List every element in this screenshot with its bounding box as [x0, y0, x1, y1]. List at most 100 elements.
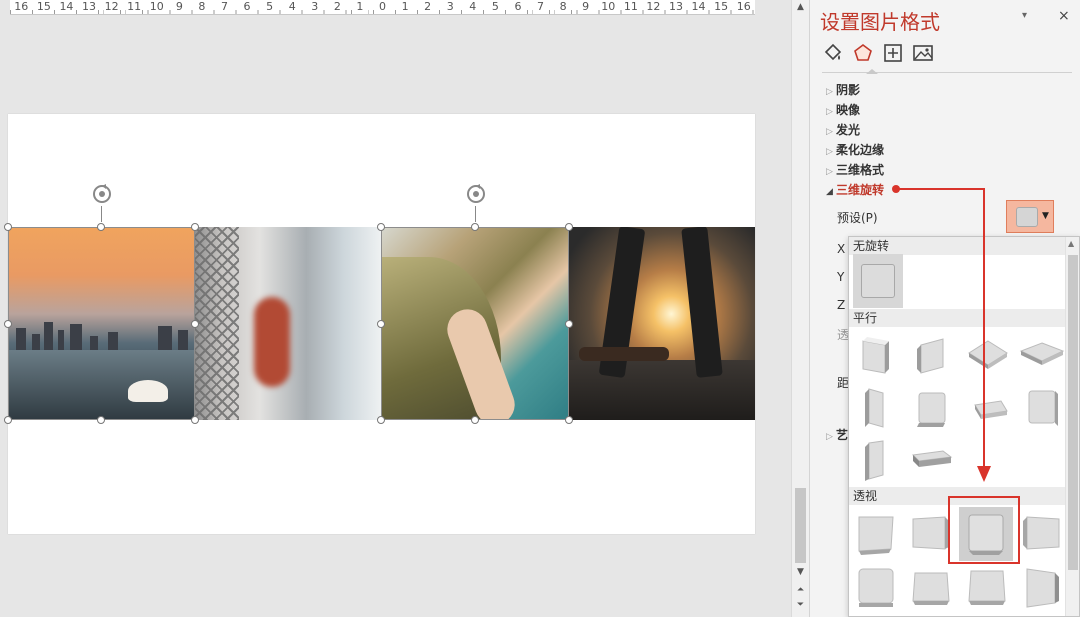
- ruler-label: 4: [464, 0, 481, 14]
- scroll-up-icon[interactable]: ▲: [794, 1, 807, 14]
- preset-perspective[interactable]: [905, 561, 959, 615]
- preset-perspective[interactable]: [1015, 561, 1069, 615]
- photo-fence-buoy[interactable]: [194, 227, 381, 420]
- ruler-label: 1: [351, 0, 368, 14]
- ruler-label: 10: [600, 0, 617, 14]
- preset-parallel[interactable]: [1015, 329, 1069, 383]
- horizontal-ruler: 16 15 14 13 12 11 10 9 8 7 6 5 4 3 2 1 0 1 2 3 4 5 6 7 8 9 10 11 12 1…: [10, 0, 755, 15]
- ruler-label: 5: [261, 0, 278, 14]
- gallery-scrollbar-thumb[interactable]: [1068, 255, 1078, 570]
- section-3d-format[interactable]: ▷ 三维格式: [826, 161, 884, 178]
- scroll-down-icon[interactable]: ▼: [794, 566, 807, 579]
- preset-parallel[interactable]: [961, 329, 1015, 383]
- photo-skyline: [8, 320, 194, 350]
- resize-handle[interactable]: [191, 223, 199, 231]
- chevron-down-icon: ▼: [1042, 211, 1049, 221]
- preset-perspective[interactable]: [849, 561, 903, 615]
- section-soft-edges[interactable]: ▷ 柔化边缘: [826, 141, 884, 158]
- gallery-group-parallel: 平行: [849, 309, 1065, 327]
- tab-divider: [822, 72, 1072, 73]
- rotate-handle-icon[interactable]: [465, 183, 487, 205]
- photo-skateboard-sunset[interactable]: [569, 227, 755, 420]
- slide-canvas[interactable]: [4, 114, 755, 534]
- resize-handle[interactable]: [471, 416, 479, 424]
- preset-perspective[interactable]: [849, 507, 903, 561]
- pane-options-icon[interactable]: ▾: [1022, 10, 1027, 21]
- resize-handle[interactable]: [377, 223, 385, 231]
- ruler-label: 8: [193, 0, 210, 14]
- photo-water: [8, 350, 194, 420]
- photo-ground: [569, 360, 755, 420]
- x-rotation-label: X: [837, 242, 846, 256]
- photo-fence: [194, 227, 239, 420]
- y-rotation-label: Y: [837, 270, 845, 284]
- gallery-scrollbar[interactable]: ▲: [1065, 237, 1079, 616]
- resize-handle[interactable]: [565, 416, 573, 424]
- section-artistic[interactable]: ▷ 艺: [826, 426, 848, 443]
- preset-label: 预设(P): [837, 211, 878, 225]
- next-slide-icon[interactable]: ⏷: [794, 599, 807, 612]
- ruler-label: 8: [555, 0, 572, 14]
- scrollbar-thumb[interactable]: [795, 488, 806, 563]
- z-rotation-label: Z: [837, 298, 846, 312]
- effects-icon[interactable]: [852, 42, 874, 64]
- expand-triangle-icon: ▷: [826, 432, 833, 442]
- section-shadow[interactable]: ▷ 阴影: [826, 81, 860, 98]
- resize-handle[interactable]: [471, 223, 479, 231]
- ruler-label: 7: [532, 0, 549, 14]
- previous-slide-icon[interactable]: ⏶: [794, 584, 807, 597]
- resize-handle[interactable]: [565, 223, 573, 231]
- resize-handle[interactable]: [377, 320, 385, 328]
- resize-handle[interactable]: [4, 320, 12, 328]
- editor-vertical-scrollbar[interactable]: ▲ ▼ ⏶ ⏷: [791, 0, 809, 617]
- preset-parallel[interactable]: [961, 381, 1015, 435]
- ruler-label: 4: [284, 0, 301, 14]
- preset-parallel[interactable]: [905, 329, 959, 383]
- fill-line-icon[interactable]: [822, 42, 844, 64]
- resize-handle[interactable]: [191, 320, 199, 328]
- preset-parallel[interactable]: [1015, 381, 1069, 435]
- preset-no-rotation[interactable]: [853, 254, 903, 308]
- resize-handle[interactable]: [97, 223, 105, 231]
- photo-lotus: [128, 380, 168, 402]
- expand-triangle-icon: ▷: [826, 87, 833, 97]
- size-properties-icon[interactable]: [882, 42, 904, 64]
- pane-close-icon[interactable]: ×: [1058, 8, 1070, 24]
- ruler-label: 6: [509, 0, 526, 14]
- resize-handle[interactable]: [565, 320, 573, 328]
- preset-dropdown-button[interactable]: ▼: [1006, 200, 1054, 233]
- preset-swatch: [1016, 207, 1038, 227]
- ruler-label: 12: [645, 0, 662, 14]
- resize-handle[interactable]: [97, 416, 105, 424]
- preset-perspective[interactable]: [1015, 507, 1069, 561]
- section-reflection[interactable]: ▷ 映像: [826, 101, 860, 118]
- expand-triangle-icon: ▷: [826, 107, 833, 117]
- preset-parallel[interactable]: [849, 435, 903, 489]
- photo-buoy: [254, 297, 290, 387]
- resize-handle[interactable]: [377, 416, 385, 424]
- expand-triangle-icon: ▷: [826, 167, 833, 177]
- photo-city-skyline[interactable]: [8, 227, 194, 420]
- ruler-label: 1: [397, 0, 414, 14]
- preset-parallel[interactable]: [849, 329, 903, 383]
- ruler-label: 3: [306, 0, 323, 14]
- ruler-label: 15: [35, 0, 52, 14]
- ruler-label: 7: [216, 0, 233, 14]
- resize-handle[interactable]: [191, 416, 199, 424]
- preset-parallel[interactable]: [849, 381, 903, 435]
- expand-triangle-icon: ▷: [826, 147, 833, 157]
- scroll-up-icon[interactable]: ▲: [1068, 239, 1074, 248]
- resize-handle[interactable]: [4, 416, 12, 424]
- preset-parallel[interactable]: [905, 381, 959, 435]
- ruler-label: 13: [81, 0, 97, 14]
- rotate-handle-icon[interactable]: [91, 183, 113, 205]
- preset-parallel[interactable]: [905, 435, 959, 489]
- rotate-stem-1: [101, 206, 102, 222]
- ruler-label: 10: [148, 0, 165, 14]
- preset-perspective[interactable]: [961, 561, 1015, 615]
- section-glow[interactable]: ▷ 发光: [826, 121, 860, 138]
- photo-coast-cliff[interactable]: [381, 227, 569, 420]
- section-3d-rotation[interactable]: ◢ 三维旋转: [826, 181, 884, 198]
- resize-handle[interactable]: [4, 223, 12, 231]
- picture-icon[interactable]: [912, 42, 934, 64]
